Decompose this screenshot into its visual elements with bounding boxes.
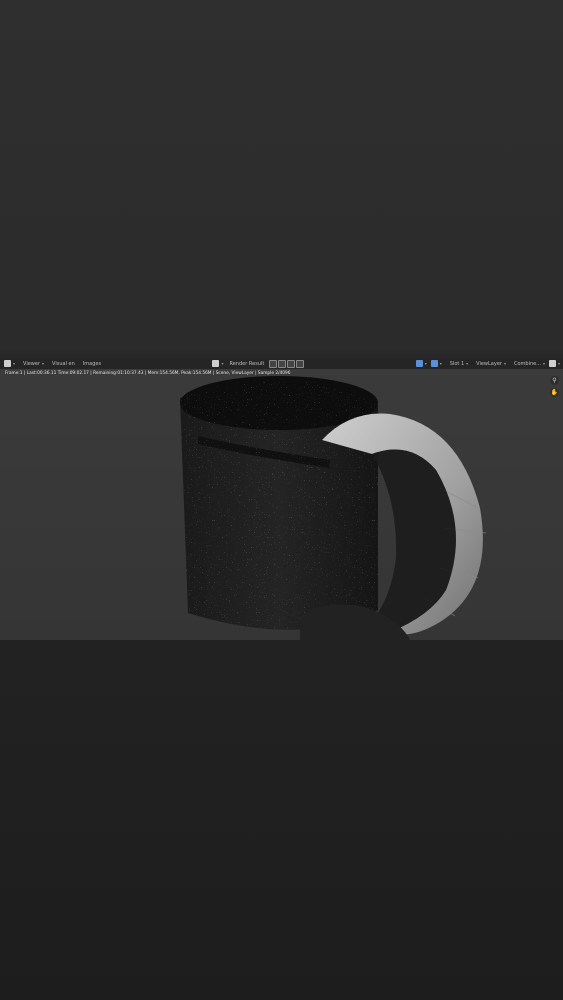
chevron-down-icon: ▾	[439, 361, 442, 366]
render-result-image	[0, 358, 563, 640]
hand-icon[interactable]: ✋	[550, 388, 559, 397]
chevron-down-icon: ▾	[503, 361, 506, 366]
new-image-icon[interactable]	[278, 359, 287, 368]
zoom-icon[interactable]: ⚲	[550, 376, 559, 385]
image-editor-header: ▾ Viewer ▾ Visual en Images ▾ Render Resu…	[0, 358, 563, 369]
chevron-down-icon: ▾	[221, 361, 224, 366]
display-channels-icon	[415, 360, 423, 367]
editor-type-selector[interactable]: ▾	[4, 360, 15, 367]
open-image-icon[interactable]	[287, 359, 296, 368]
slot-selector[interactable]: Slot 1 ▾	[450, 361, 468, 367]
sidebar-toggle[interactable]: ▾	[548, 360, 560, 367]
render-status-line: Frame:1 | Last:00:36.11 Time:09:02.17 | …	[5, 371, 291, 376]
overlay-icon	[430, 360, 438, 367]
image-name-field[interactable]: Render Result	[229, 361, 264, 367]
chevron-down-icon: ▾	[42, 361, 45, 366]
chevron-down-icon: ▾	[424, 361, 427, 366]
display-channels-button[interactable]: ▾	[415, 360, 427, 367]
pass-selector[interactable]: Combine... ▾	[514, 361, 545, 367]
image-tools	[268, 359, 305, 368]
menu-image[interactable]: Visual en	[52, 361, 75, 367]
sidebar-icon	[548, 360, 556, 367]
chevron-down-icon: ▾	[466, 361, 469, 366]
slot-label: Slot 1	[449, 360, 465, 367]
menu-view[interactable]: Viewer ▾	[23, 361, 44, 367]
fake-user-icon[interactable]	[269, 359, 278, 368]
menu-view-label: Viewer	[23, 360, 41, 367]
overlay-button[interactable]: ▾	[430, 360, 442, 367]
image-icon	[212, 360, 220, 367]
image-editor-viewport[interactable]: ▾ Viewer ▾ Visual en Images ▾ Render Resu…	[0, 358, 563, 640]
chevron-down-icon: ▾	[542, 361, 545, 366]
image-editor-icon	[4, 360, 11, 367]
view-layer-selector[interactable]: ViewLayer ▾	[476, 361, 506, 367]
view-layer-label: ViewLayer	[476, 360, 502, 367]
pass-label: Combine...	[513, 360, 541, 367]
chevron-down-icon: ▾	[557, 361, 560, 366]
menu-images[interactable]: Images	[83, 361, 101, 367]
chevron-down-icon: ▾	[13, 361, 16, 366]
image-browse-button[interactable]: ▾	[212, 360, 223, 367]
close-image-icon[interactable]	[296, 359, 305, 368]
